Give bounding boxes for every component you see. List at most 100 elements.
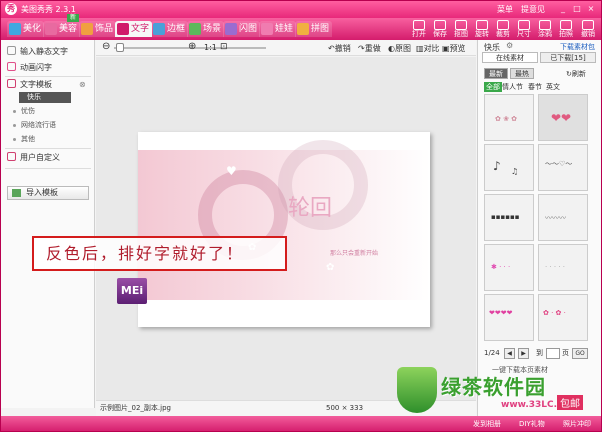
tab-online-material[interactable]: 在线素材: [482, 52, 538, 63]
settings-icon[interactable]: ⚙: [506, 41, 513, 50]
material-thumb[interactable]: 〰〰〰: [538, 194, 588, 241]
button-label: 导入模板: [26, 188, 58, 197]
feedback-button[interactable]: 提意见: [521, 4, 545, 15]
zoom-bar: ⊖ ⊕ 1:1 ⊡ ↶撤销 ↷重做 ◐原图 ▥对比 ▣预览: [96, 40, 476, 56]
photo-print-button[interactable]: 照片冲印: [563, 419, 591, 429]
material-thumb[interactable]: ♪ ♫: [484, 144, 534, 191]
material-thumb[interactable]: ✿ · ✿ ·: [538, 294, 588, 341]
import-template-button[interactable]: 导入模板: [7, 186, 89, 200]
text-template[interactable]: 文字模板: [7, 79, 52, 91]
free-shipping-badge: 包邮: [557, 395, 583, 410]
divider: [5, 148, 91, 149]
original-label: 原图: [394, 44, 411, 53]
tab-border[interactable]: 边框: [151, 21, 189, 37]
resize-button[interactable]: 尺寸: [514, 19, 534, 40]
material-thumb[interactable]: ❤❤❤❤: [484, 294, 534, 341]
refresh-label: 刷新: [571, 70, 586, 78]
filter-newest[interactable]: 最新: [484, 68, 508, 79]
template-slang[interactable]: 网络流行语: [21, 120, 56, 131]
template-sad[interactable]: 忧伤: [21, 106, 35, 117]
camera-button[interactable]: 拍照: [556, 19, 576, 40]
rotate-button[interactable]: 旋转: [472, 19, 492, 40]
category-english[interactable]: 英文: [546, 82, 560, 92]
category-valentine[interactable]: 情人节: [502, 82, 523, 92]
category-spring[interactable]: 春节: [528, 82, 542, 92]
tool-label: 裁剪: [496, 30, 510, 38]
folder-icon: [413, 20, 425, 30]
template-icon: [7, 79, 16, 88]
share-album-button[interactable]: 发到相册: [473, 419, 501, 429]
site-watermark: 绿茶软件园 www.33LC.com 包邮: [397, 367, 597, 417]
menu-button[interactable]: 菜单: [497, 4, 513, 15]
collage-icon: [297, 23, 309, 35]
material-thumb[interactable]: ▪▪▪▪▪▪: [484, 194, 534, 241]
tool-label: 抠图: [454, 30, 468, 38]
page-unit: 页: [562, 349, 569, 357]
material-thumb[interactable]: 〜〜♡〜: [538, 144, 588, 191]
material-thumb[interactable]: · · · · ·: [538, 244, 588, 291]
tab-collage[interactable]: 拼图: [295, 21, 333, 37]
tab-downloaded-material[interactable]: 已下载[15]: [540, 52, 596, 63]
camera-icon: [560, 20, 572, 30]
maximize-icon[interactable]: □: [571, 3, 583, 14]
crop-button[interactable]: 裁剪: [493, 19, 513, 40]
zoom-out-icon[interactable]: ⊖: [102, 41, 110, 52]
template-other[interactable]: 其他: [21, 134, 35, 145]
tab-doll[interactable]: 娃娃: [259, 21, 297, 37]
zoom-slider-handle[interactable]: [116, 43, 124, 52]
divider: [5, 168, 91, 169]
app-logo-icon: 秀: [5, 3, 17, 15]
actual-size-button[interactable]: 1:1: [204, 43, 217, 52]
collapse-icon[interactable]: ⊗: [79, 80, 86, 89]
script-text-icon: 〜〜♡〜: [545, 160, 573, 168]
tab-flash[interactable]: 闪图: [223, 21, 261, 37]
canvas-area[interactable]: ♥ ✿ ✿ 轮回 那么只会重新开始: [96, 57, 476, 400]
user-defined[interactable]: 用户自定义: [7, 152, 60, 164]
tab-text[interactable]: 文字: [115, 21, 153, 37]
redo-button[interactable]: ↷重做: [358, 43, 381, 54]
doodle-button[interactable]: 涂鸦: [535, 19, 555, 40]
flowers-icon: ✿ ❀ ✿: [495, 115, 518, 123]
photo-image[interactable]: ♥ ✿ ✿ 轮回 那么只会重新开始: [138, 132, 430, 327]
close-icon[interactable]: ×: [585, 3, 597, 14]
go-button[interactable]: GO: [572, 348, 588, 359]
minimize-icon[interactable]: _: [557, 3, 569, 14]
tool-label: 涂鸦: [538, 30, 552, 38]
diy-gift-button[interactable]: DIY礼物: [519, 419, 545, 429]
animated-text[interactable]: 动画闪字: [7, 62, 52, 74]
material-thumb[interactable]: ✿ ❀ ✿: [484, 94, 534, 141]
next-page-button[interactable]: ▶: [518, 348, 529, 359]
right-panel: 快乐 ⚙ 下载素材包 在线素材 已下载[15] 最新 最热 ↻刷新 全部 情人节…: [477, 40, 601, 416]
tool-label: 打开: [412, 30, 426, 38]
filter-hottest[interactable]: 最热: [510, 68, 534, 79]
material-thumb[interactable]: ✱ · · ·: [484, 244, 534, 291]
tab-scene[interactable]: 场景: [187, 21, 225, 37]
template-happy[interactable]: 快乐: [19, 92, 71, 103]
tab-beautify[interactable]: 美化: [7, 21, 45, 37]
save-button[interactable]: 保存: [430, 19, 450, 40]
preview-button[interactable]: ▣预览: [442, 43, 466, 54]
tab-beauty[interactable]: 美容: [43, 21, 81, 37]
material-thumb[interactable]: ❤❤: [538, 94, 588, 141]
undo-tool-button[interactable]: 撤销: [578, 19, 598, 40]
open-button[interactable]: 打开: [409, 19, 429, 40]
download-pack-link[interactable]: 下载素材包: [560, 42, 595, 52]
compare-button[interactable]: ▥对比: [416, 43, 440, 54]
refresh-button[interactable]: ↻刷新: [566, 69, 586, 79]
redo-label: 重做: [364, 44, 381, 53]
cutout-button[interactable]: 抠图: [451, 19, 471, 40]
bullet-icon: [13, 124, 16, 127]
fit-icon[interactable]: ⊡: [220, 42, 228, 52]
original-button[interactable]: ◐原图: [388, 43, 411, 54]
input-static-text[interactable]: 输入静态文字: [7, 46, 68, 58]
page-input[interactable]: [546, 348, 560, 359]
app-window: 秀 美图秀秀 2.3.1 菜单 提意见 _ □ × 美化 美容 饰品 文字 边框: [0, 0, 602, 432]
category-all[interactable]: 全部: [484, 82, 502, 92]
accessories-icon: [81, 23, 93, 35]
tab-label: 拼图: [311, 24, 330, 34]
tab-label: 娃娃: [275, 24, 294, 34]
prev-page-button[interactable]: ◀: [504, 348, 515, 359]
zoom-in-icon[interactable]: ⊕: [188, 41, 196, 52]
tab-accessories[interactable]: 饰品: [79, 21, 117, 37]
undo-button[interactable]: ↶撤销: [328, 43, 351, 54]
